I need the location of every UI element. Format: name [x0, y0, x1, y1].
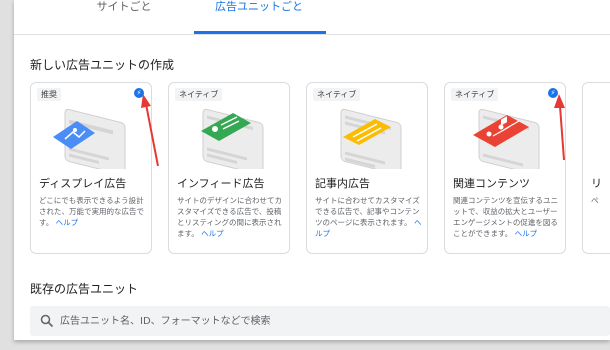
- card-description-text: 関連コンテンツを宣伝するユニットで、収益の拡大とユーザー エンゲージメントの促進…: [453, 196, 558, 238]
- card-in-article-ads[interactable]: ネイティブ 記事内広告 サイトに合わせてカスタマイズできる広告で、記事やコンテン…: [306, 82, 428, 254]
- ad-unit-type-cards: 推奨 ⚡ ディスプレイ広告 どこにでも表示できるよう設計された、万能で実用的な広…: [30, 82, 610, 254]
- help-link[interactable]: ヘルプ: [56, 218, 79, 227]
- card-display-ads[interactable]: 推奨 ⚡ ディスプレイ広告 どこにでも表示できるよう設計された、万能で実用的な広…: [30, 82, 152, 254]
- existing-section-title: 既存の広告ユニット: [30, 282, 139, 296]
- card-title: リ: [591, 177, 602, 190]
- card-badge: ネイティブ: [451, 88, 499, 101]
- active-tab-indicator: [194, 31, 326, 34]
- card-partial[interactable]: リ ペ: [582, 82, 610, 254]
- tab-by-ad-unit[interactable]: 広告ユニットごと: [184, 0, 334, 24]
- related-content-illustration: [473, 108, 540, 169]
- tab-by-site[interactable]: サイトごと: [64, 0, 184, 24]
- card-title: インフィード広告: [177, 177, 265, 190]
- page-frame: サイトごと 広告ユニットごと 新しい広告ユニットの作成 推奨 ⚡ ディスプレイ広…: [14, 0, 610, 340]
- ad-unit-search-bar[interactable]: [30, 306, 610, 336]
- display-ad-illustration: [53, 108, 126, 169]
- card-badge: 推奨: [37, 88, 61, 101]
- card-related-content[interactable]: ネイティブ ⚡ 関連コンテンツ 関連コンテンツを宣伝するユニットで、収益の拡大と…: [444, 82, 566, 254]
- in-feed-ad-illustration: [201, 108, 264, 169]
- search-icon: [40, 314, 54, 328]
- card-description: サイトに合わせてカスタマイズできる広告で、記事やコンテンツのページに表示されます…: [315, 195, 423, 239]
- help-link[interactable]: ヘルプ: [515, 229, 538, 238]
- card-in-feed-ads[interactable]: ネイティブ インフィード広告 サイトのデザインに合わせてカスタマイズできる広告で…: [168, 82, 290, 254]
- search-input[interactable]: [60, 306, 600, 336]
- in-article-ad-illustration: [340, 108, 402, 169]
- card-description: どこにでも表示できるよう設計された、万能で実用的な広告です。 ヘルプ: [39, 195, 147, 228]
- help-link[interactable]: ヘルプ: [201, 229, 224, 238]
- tab-bar: サイトごと 広告ユニットごと: [14, 0, 610, 35]
- create-section-title: 新しい広告ユニットの作成: [30, 58, 175, 72]
- card-description: サイトのデザインに合わせてカスタマイズできる広告で、投稿とリスティングの間に表示…: [177, 195, 285, 239]
- card-description-text: サイトのデザインに合わせてカスタマイズできる広告で、投稿とリスティングの間に表示…: [177, 196, 282, 238]
- card-title: 記事内広告: [315, 177, 370, 190]
- card-badge: ネイティブ: [175, 88, 223, 101]
- bolt-icon: ⚡: [548, 88, 558, 98]
- card-description-text: サイトに合わせてカスタマイズできる広告で、記事やコンテンツのページに表示されます…: [315, 196, 420, 227]
- card-description: ペ: [591, 196, 599, 205]
- card-description: 関連コンテンツを宣伝するユニットで、収益の拡大とユーザー エンゲージメントの促進…: [453, 195, 561, 239]
- card-title: 関連コンテンツ: [453, 177, 530, 190]
- card-title: ディスプレイ広告: [39, 177, 127, 190]
- card-badge: ネイティブ: [313, 88, 361, 101]
- bolt-icon: ⚡: [134, 88, 144, 98]
